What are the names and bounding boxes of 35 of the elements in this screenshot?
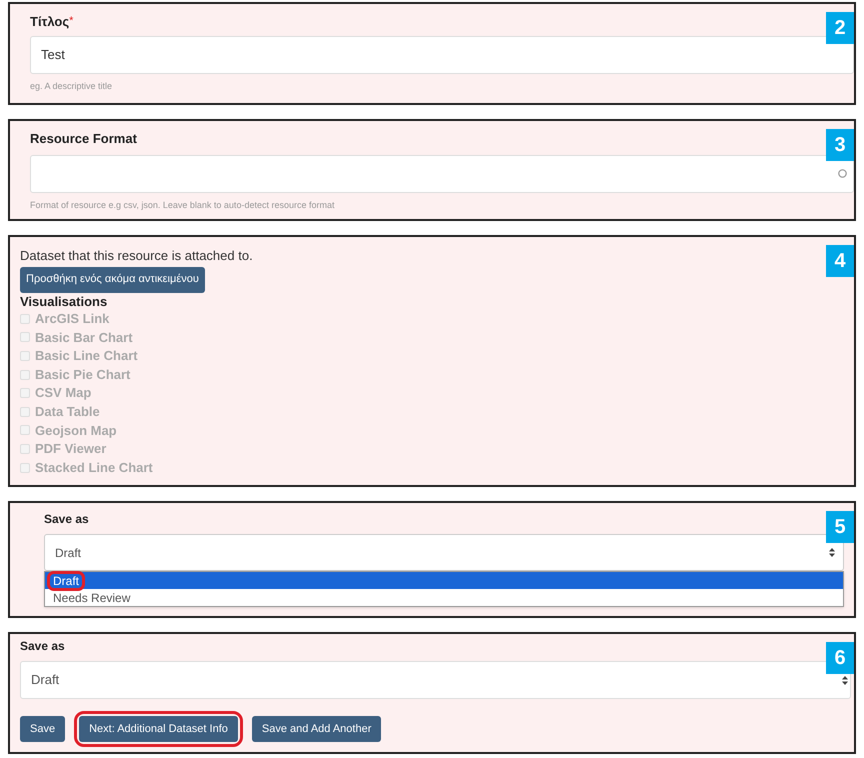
form-button[interactable]: Next: Additional Dataset Info (79, 716, 238, 742)
format-input[interactable] (30, 154, 854, 192)
section-label: Visualisations (20, 292, 108, 310)
checkbox-label: Geojson Map (35, 422, 117, 440)
form-button[interactable]: Save and Add Another (252, 716, 382, 742)
checkbox-label: Stacked Line Chart (35, 458, 153, 477)
checkbox-label: Basic Line Chart (35, 347, 138, 366)
form-button[interactable]: Save (20, 716, 66, 742)
field-label: Save as (20, 638, 65, 655)
required-mark: * (69, 16, 74, 27)
help-text: Format of resource e.g csv, json. Leave blank to auto-detect resource format (30, 198, 336, 212)
checkbox-label: PDF Viewer (35, 440, 106, 458)
title-input[interactable]: Test (30, 36, 854, 74)
step-number-badge: 5 (826, 511, 854, 543)
checkbox-label: CSV Map (35, 384, 92, 402)
dropdown-option[interactable]: Draft (45, 572, 843, 589)
sort-arrows-icon (829, 548, 835, 557)
loading-circle-icon (838, 169, 847, 178)
step-number-badge: 6 (826, 642, 854, 674)
help-text: eg. A descriptive title (30, 80, 114, 93)
field-label: Resource Format (30, 130, 137, 148)
field-label: Τίτλος (30, 13, 70, 31)
checkbox-label: Basic Pie Chart (35, 366, 130, 384)
checkbox-label: ArcGIS Link (35, 310, 110, 328)
add-item-button[interactable]: Προσθήκη ενός ακόμα αντικειμένου (20, 266, 205, 292)
sort-arrows-icon (842, 676, 848, 684)
dropdown-option[interactable]: Needs Review (45, 589, 843, 606)
checkbox-label: Data Table (35, 403, 100, 422)
step-number-badge: 3 (826, 129, 854, 161)
step-number-badge: 2 (826, 12, 854, 44)
checkbox-label: Basic Bar Chart (35, 328, 133, 347)
description-text: Dataset that this resource is attached to. (20, 247, 253, 265)
status-select[interactable]: Draft (44, 534, 844, 571)
step-number-badge: 4 (826, 245, 854, 277)
field-label: Save as (44, 511, 89, 528)
